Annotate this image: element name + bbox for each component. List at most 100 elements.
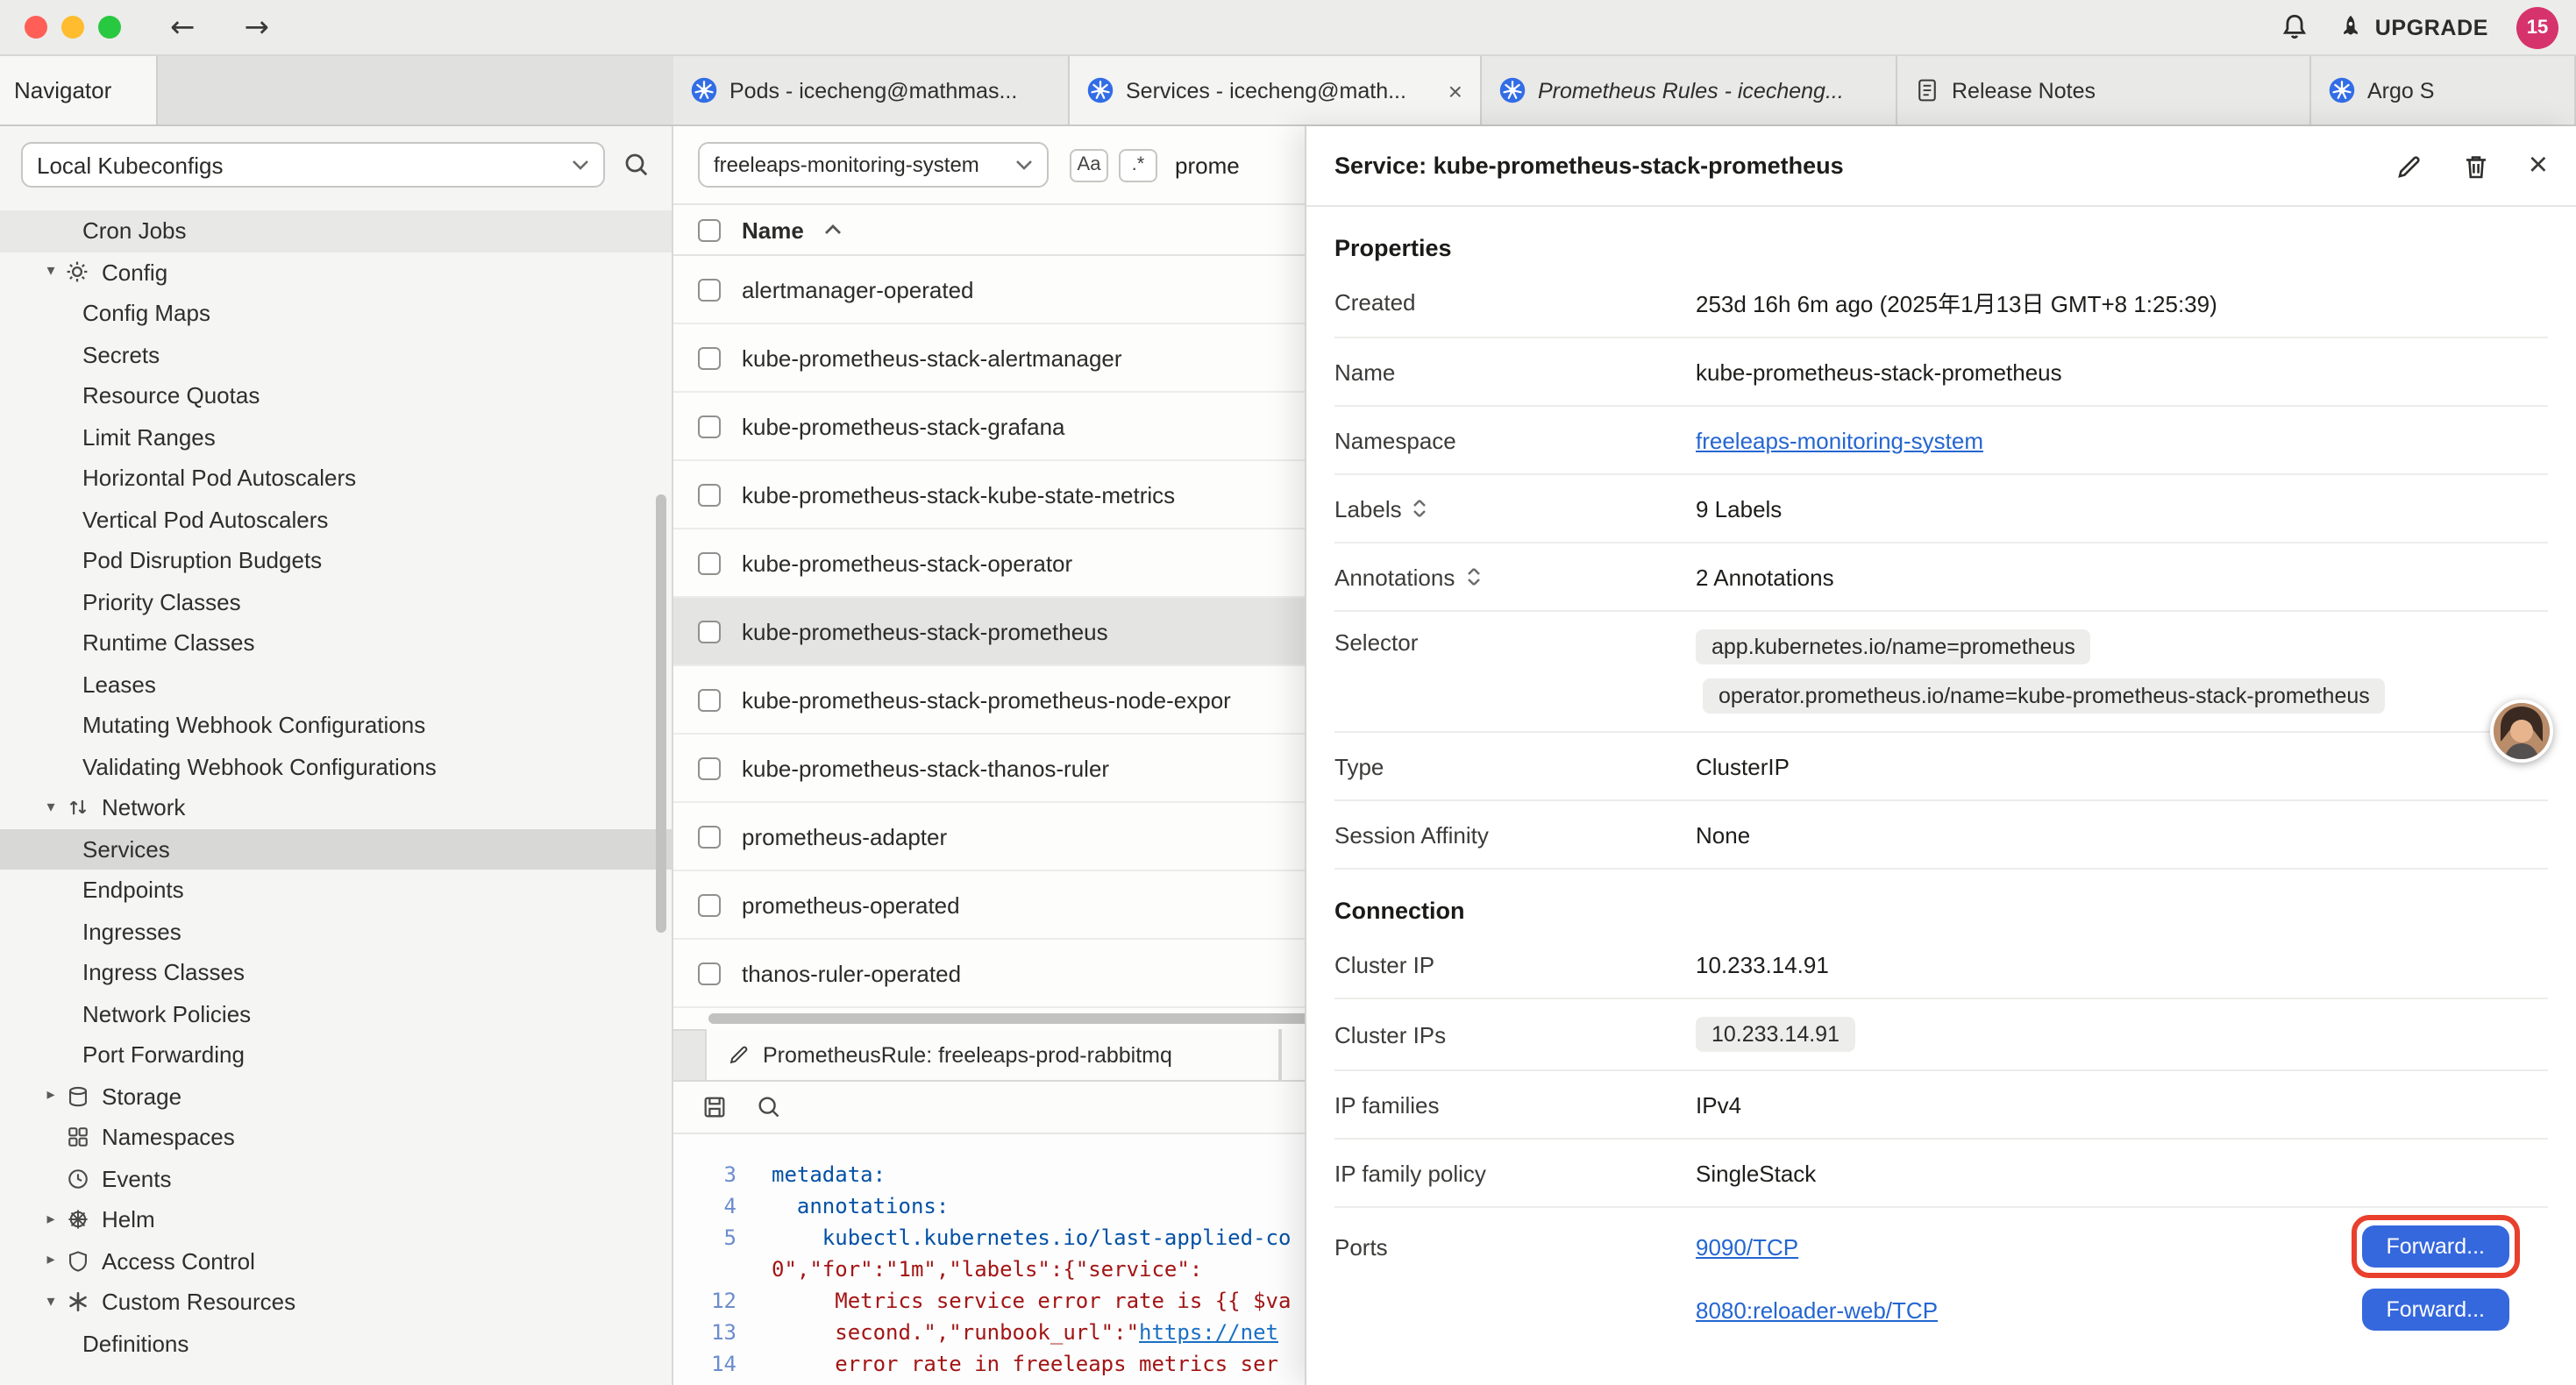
- bell-icon[interactable]: [2281, 12, 2310, 42]
- chevron-right-icon[interactable]: ▸: [39, 1253, 63, 1270]
- forward-arrow-icon[interactable]: →: [245, 10, 270, 45]
- search-icon[interactable]: [756, 1094, 782, 1120]
- close-drawer-icon[interactable]: ×: [2529, 149, 2548, 182]
- sidebar-item-mutating-webhook-configurations[interactable]: Mutating Webhook Configurations: [0, 705, 672, 746]
- url-link[interactable]: https://net: [1139, 1320, 1278, 1345]
- close-window-button[interactable]: [25, 16, 47, 39]
- minimize-window-button[interactable]: [61, 16, 84, 39]
- sidebar-item-ingresses[interactable]: Ingresses: [0, 911, 672, 952]
- sidebar-scrollbar[interactable]: [656, 494, 666, 933]
- sidebar-item-network-policies[interactable]: Network Policies: [0, 993, 672, 1034]
- row-checkbox[interactable]: [698, 756, 721, 779]
- avatar[interactable]: [2490, 700, 2553, 763]
- sidebar-item-leases[interactable]: Leases: [0, 664, 672, 705]
- sidebar-item-config-maps[interactable]: Config Maps: [0, 293, 672, 334]
- row-checkbox[interactable]: [698, 346, 721, 369]
- tab-prometheus-rules[interactable]: Prometheus Rules - icecheng...: [1482, 56, 1897, 124]
- row-checkbox[interactable]: [698, 551, 721, 574]
- sidebar-item-network[interactable]: ▾ Network: [0, 787, 672, 828]
- sidebar-item-limit-ranges[interactable]: Limit Ranges: [0, 416, 672, 458]
- chevron-right-icon[interactable]: ▸: [39, 1211, 63, 1229]
- row-checkbox[interactable]: [698, 893, 721, 916]
- upgrade-button[interactable]: UPGRADE: [2338, 14, 2488, 40]
- sidebar-item-namespaces[interactable]: Namespaces: [0, 1117, 672, 1158]
- sidebar-item-priority-classes[interactable]: Priority Classes: [0, 581, 672, 622]
- name-column-header[interactable]: Name: [742, 217, 804, 243]
- search-icon[interactable]: [623, 151, 651, 179]
- sidebar-item-validating-webhook-configurations[interactable]: Validating Webhook Configurations: [0, 746, 672, 787]
- sidebar-item-pod-disruption-budgets[interactable]: Pod Disruption Budgets: [0, 540, 672, 581]
- property-row-namespace: Namespace freeleaps-monitoring-system: [1334, 407, 2548, 475]
- edit-pencil-icon[interactable]: [2395, 152, 2423, 180]
- row-checkbox[interactable]: [698, 415, 721, 437]
- kubernetes-icon: [2329, 77, 2355, 103]
- row-checkbox[interactable]: [698, 825, 721, 848]
- forward-button-9090[interactable]: Forward...: [2361, 1225, 2509, 1268]
- sidebar-item-helm[interactable]: ▸ Helm: [0, 1199, 672, 1240]
- sidebar-item-vertical-pod-autoscalers[interactable]: Vertical Pod Autoscalers: [0, 499, 672, 540]
- expand-collapse-icon[interactable]: [1465, 566, 1481, 587]
- sidebar-item-resource-quotas[interactable]: Resource Quotas: [0, 375, 672, 416]
- navigator-header[interactable]: Navigator: [0, 56, 158, 124]
- sidebar-item-runtime-classes[interactable]: Runtime Classes: [0, 622, 672, 664]
- sidebar-item-access-control[interactable]: ▸ Access Control: [0, 1240, 672, 1282]
- created-value: 253d 16h 6m ago (2025年1月13日 GMT+8 1:25:3…: [1696, 286, 2548, 319]
- row-checkbox[interactable]: [698, 620, 721, 643]
- regex-toggle[interactable]: .*: [1119, 148, 1157, 181]
- labels-count: 9 Labels: [1696, 495, 2548, 522]
- sidebar-item-port-forwarding[interactable]: Port Forwarding: [0, 1034, 672, 1076]
- session-affinity-value: None: [1696, 821, 2548, 848]
- property-label: Session Affinity: [1334, 821, 1696, 848]
- chevron-right-icon[interactable]: ▸: [39, 1088, 63, 1105]
- sidebar-item-definitions[interactable]: Definitions: [0, 1323, 672, 1364]
- tab-label: Argo S: [2367, 78, 2434, 103]
- sidebar-item-custom-resources[interactable]: ▾ Custom Resources: [0, 1282, 672, 1323]
- back-arrow-icon[interactable]: ←: [170, 10, 196, 45]
- filter-search-input[interactable]: Aa .* prome: [1070, 148, 1240, 181]
- pencil-icon: [728, 1043, 751, 1066]
- property-label: IP families: [1334, 1091, 1696, 1118]
- tab-strip: Navigator Pods - icecheng@mathmas... Ser…: [0, 56, 2576, 126]
- select-all-checkbox[interactable]: [698, 218, 721, 241]
- sidebar-item-storage[interactable]: ▸ Storage: [0, 1076, 672, 1117]
- chevron-down-icon[interactable]: ▾: [39, 799, 63, 817]
- sidebar-item-cron-jobs[interactable]: Cron Jobs: [0, 210, 672, 252]
- port-link-9090[interactable]: 9090/TCP: [1696, 1233, 1798, 1260]
- row-checkbox[interactable]: [698, 278, 721, 301]
- kubeconfig-select[interactable]: Local Kubeconfigs: [21, 142, 605, 188]
- trash-icon[interactable]: [2462, 152, 2490, 180]
- tab-release-notes[interactable]: Release Notes: [1897, 56, 2311, 124]
- sidebar-item-ingress-classes[interactable]: Ingress Classes: [0, 952, 672, 993]
- search-query-text[interactable]: prome: [1175, 152, 1240, 178]
- maximize-window-button[interactable]: [98, 16, 121, 39]
- expand-collapse-icon[interactable]: [1413, 498, 1428, 519]
- property-label[interactable]: Labels: [1334, 495, 1696, 522]
- property-label[interactable]: Annotations: [1334, 564, 1696, 590]
- sidebar-item-secrets[interactable]: Secrets: [0, 334, 672, 375]
- tab-argo[interactable]: Argo S: [2311, 56, 2576, 124]
- tab-services[interactable]: Services - icecheng@math... ×: [1070, 56, 1482, 124]
- tab-pods[interactable]: Pods - icecheng@mathmas...: [673, 56, 1070, 124]
- namespace-select[interactable]: freeleaps-monitoring-system: [698, 142, 1049, 188]
- close-tab-icon[interactable]: ×: [1438, 76, 1462, 104]
- rocket-icon: [2338, 14, 2365, 40]
- sidebar-item-horizontal-pod-autoscalers[interactable]: Horizontal Pod Autoscalers: [0, 458, 672, 499]
- chevron-down-icon[interactable]: ▾: [39, 1294, 63, 1311]
- sidebar-item-config[interactable]: ▾ Config: [0, 252, 672, 293]
- port-link-8080[interactable]: 8080:reloader-web/TCP: [1696, 1296, 1938, 1323]
- tab-label: Prometheus Rules - icecheng...: [1538, 78, 1844, 103]
- row-checkbox[interactable]: [698, 962, 721, 984]
- editor-tab-prometheusrule[interactable]: PrometheusRule: freeleaps-prod-rabbitmq: [705, 1029, 1280, 1080]
- row-checkbox[interactable]: [698, 483, 721, 506]
- sidebar-item-endpoints[interactable]: Endpoints: [0, 870, 672, 911]
- sort-asc-icon[interactable]: [825, 224, 843, 235]
- namespace-link[interactable]: freeleaps-monitoring-system: [1696, 427, 1983, 453]
- chevron-down-icon[interactable]: ▾: [39, 264, 63, 281]
- sidebar-item-events[interactable]: Events: [0, 1158, 672, 1199]
- forward-button-8080[interactable]: Forward...: [2361, 1289, 2509, 1331]
- save-icon[interactable]: [701, 1094, 728, 1120]
- row-checkbox[interactable]: [698, 688, 721, 711]
- sidebar-item-services[interactable]: Services: [0, 828, 672, 870]
- notification-badge[interactable]: 15: [2516, 6, 2558, 48]
- match-case-toggle[interactable]: Aa: [1070, 148, 1108, 181]
